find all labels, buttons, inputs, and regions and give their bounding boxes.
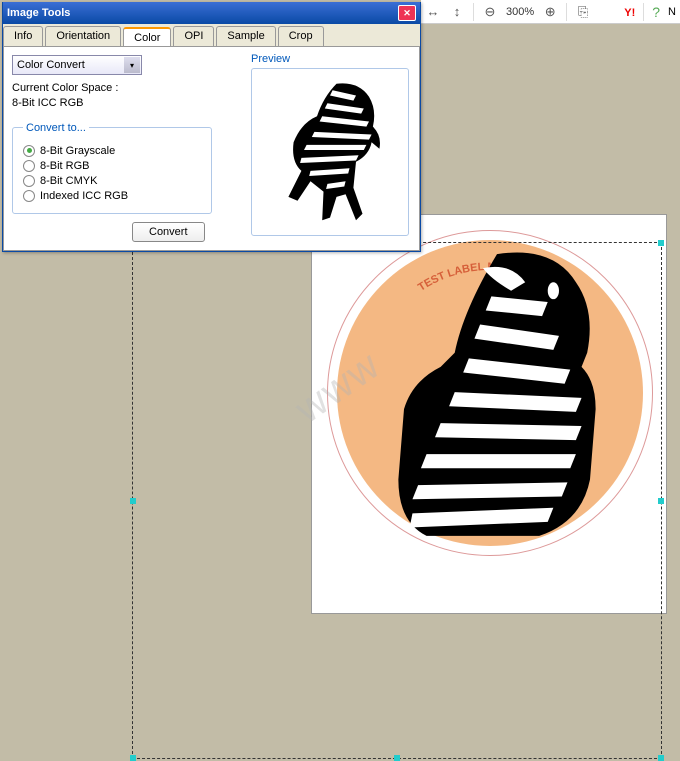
chevron-down-icon: ▾ bbox=[124, 57, 140, 73]
radio-rgb[interactable]: 8-Bit RGB bbox=[23, 160, 201, 172]
tab-bar: Info Orientation Color OPI Sample Crop bbox=[3, 24, 420, 46]
convert-button[interactable]: Convert bbox=[132, 222, 205, 242]
zebra-preview-image bbox=[265, 77, 395, 227]
toolbar-separator bbox=[566, 3, 567, 21]
arrow-up-down-icon[interactable]: ↕ bbox=[449, 4, 465, 20]
radio-grayscale[interactable]: 8-Bit Grayscale bbox=[23, 145, 201, 157]
tab-orientation[interactable]: Orientation bbox=[45, 26, 121, 46]
help-label[interactable]: N bbox=[668, 6, 676, 18]
radio-label: Indexed ICC RGB bbox=[40, 190, 128, 202]
tab-color[interactable]: Color bbox=[123, 27, 171, 47]
dropdown-value: Color Convert bbox=[17, 59, 85, 71]
image-tools-dialog: Image Tools ✕ Info Orientation Color OPI… bbox=[2, 2, 421, 252]
zoom-in-icon[interactable]: ⊕ bbox=[542, 4, 558, 20]
dialog-title: Image Tools bbox=[7, 7, 398, 19]
resize-handle-ml[interactable] bbox=[130, 498, 136, 504]
arrow-left-right-icon[interactable]: ↔ bbox=[425, 4, 441, 20]
selection-marquee[interactable] bbox=[132, 242, 662, 759]
radio-indexed[interactable]: Indexed ICC RGB bbox=[23, 190, 201, 202]
resize-handle-mr[interactable] bbox=[658, 498, 664, 504]
toolbar-separator bbox=[643, 3, 644, 21]
tab-crop[interactable]: Crop bbox=[278, 26, 324, 46]
radio-label: 8-Bit CMYK bbox=[40, 175, 97, 187]
resize-handle-br[interactable] bbox=[658, 755, 664, 761]
radio-icon[interactable] bbox=[23, 190, 35, 202]
convert-to-fieldset: Convert to... 8-Bit Grayscale 8-Bit RGB … bbox=[12, 122, 212, 214]
tab-info[interactable]: Info bbox=[3, 26, 43, 46]
radio-icon[interactable] bbox=[23, 175, 35, 187]
help-icon[interactable]: ? bbox=[652, 4, 660, 20]
resize-handle-bl[interactable] bbox=[130, 755, 136, 761]
preview-pane: Preview bbox=[251, 53, 411, 236]
copy-icon[interactable]: ⎘ bbox=[575, 4, 591, 20]
zoom-value[interactable]: 300% bbox=[506, 6, 534, 18]
yahoo-toolbar-icon[interactable]: Y! bbox=[624, 4, 635, 19]
fieldset-legend: Convert to... bbox=[23, 122, 89, 134]
tab-sample[interactable]: Sample bbox=[216, 26, 275, 46]
radio-cmyk[interactable]: 8-Bit CMYK bbox=[23, 175, 201, 187]
dialog-titlebar[interactable]: Image Tools ✕ bbox=[3, 2, 420, 24]
radio-icon[interactable] bbox=[23, 160, 35, 172]
radio-label: 8-Bit RGB bbox=[40, 160, 90, 172]
toolbar-separator bbox=[473, 3, 474, 21]
radio-label: 8-Bit Grayscale bbox=[40, 145, 115, 157]
main-toolbar: ↔ ↕ ⊖ 300% ⊕ ⎘ Y! ? N bbox=[421, 0, 680, 24]
preview-label: Preview bbox=[251, 53, 411, 65]
resize-handle-bm[interactable] bbox=[394, 755, 400, 761]
tab-content-color: Color Convert ▾ Current Color Space : 8-… bbox=[3, 46, 420, 251]
radio-icon[interactable] bbox=[23, 145, 35, 157]
color-mode-dropdown[interactable]: Color Convert ▾ bbox=[12, 55, 142, 75]
zoom-out-icon[interactable]: ⊖ bbox=[482, 4, 498, 20]
resize-handle-tr[interactable] bbox=[658, 240, 664, 246]
close-button[interactable]: ✕ bbox=[398, 5, 416, 21]
tab-opi[interactable]: OPI bbox=[173, 26, 214, 46]
preview-box bbox=[251, 68, 409, 236]
